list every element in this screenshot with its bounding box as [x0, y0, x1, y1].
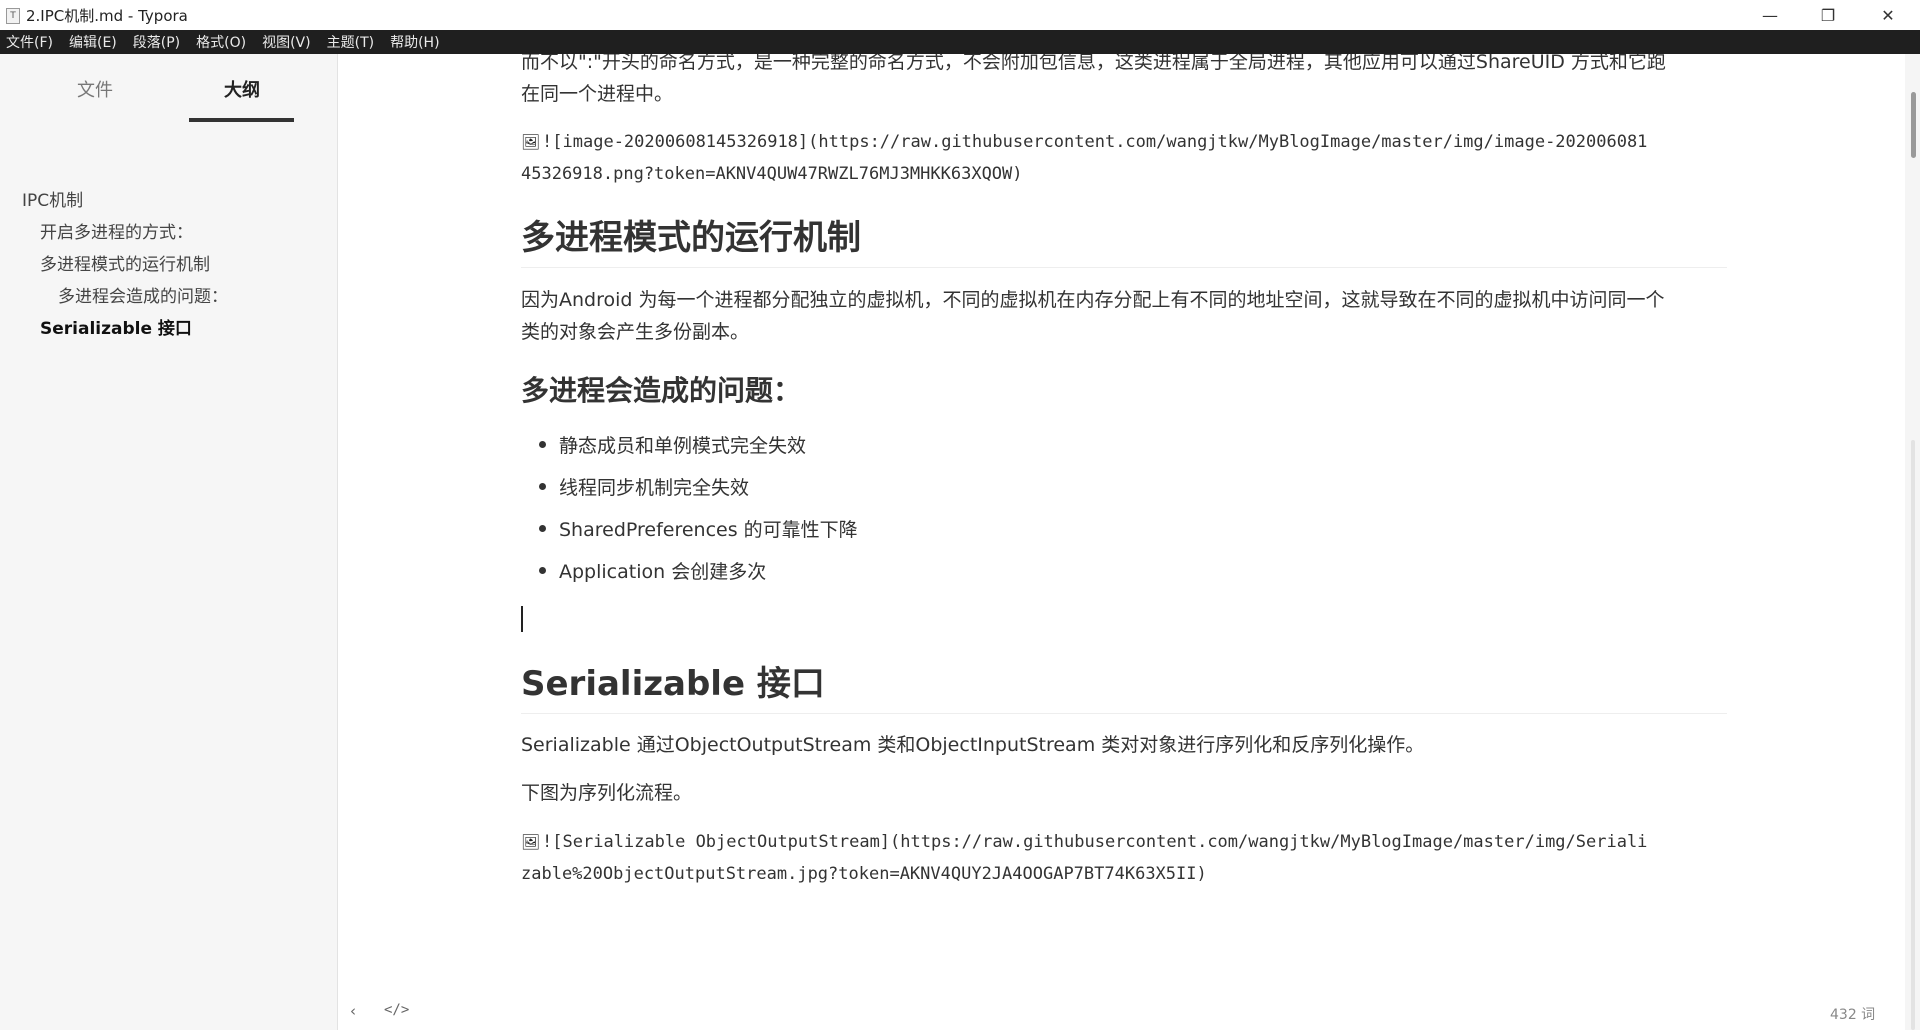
tab-files[interactable]: 文件	[77, 76, 113, 102]
broken-image-icon: 🖼	[521, 833, 541, 851]
image-markdown-2[interactable]: 🖼 ![Serializable ObjectOutputStream](http…	[521, 826, 1727, 890]
image-source-line: zable%20ObjectOutputStream.jpg?token=AKN…	[521, 864, 1207, 884]
outline-item-ipc[interactable]: IPC机制	[22, 186, 83, 211]
list-item[interactable]: SharedPreferences 的可靠性下降	[539, 515, 858, 542]
toggle-sidebar-icon[interactable]: ‹	[350, 1002, 356, 1020]
paragraph-line: 而不以":"开头的命名方式，是一种完整的命名方式，不会附加包信息，这类进程属于全…	[521, 54, 1666, 73]
paragraph-line: 类的对象会产生多份副本。	[521, 321, 750, 343]
editor-pane[interactable]: 而不以":"开头的命名方式，是一种完整的命名方式，不会附加包信息，这类进程属于全…	[338, 54, 1905, 1030]
menu-bar: 文件(F) 编辑(E) 段落(P) 格式(O) 视图(V) 主题(T) 帮助(H…	[0, 30, 1920, 54]
scrollbar-track[interactable]	[1911, 440, 1915, 1030]
source-code-mode-icon[interactable]: </>	[384, 1002, 409, 1018]
heading-run-mechanism[interactable]: 多进程模式的运行机制	[521, 210, 1727, 268]
minimize-button[interactable]: —	[1742, 0, 1798, 30]
menu-theme[interactable]: 主题(T)	[327, 32, 374, 52]
text-cursor	[521, 606, 523, 632]
sidebar-tabs: 文件 大纲	[0, 66, 337, 122]
menu-paragraph[interactable]: 段落(P)	[133, 32, 180, 52]
window-title: 2.IPC机制.md - Typora	[26, 7, 188, 25]
list-item[interactable]: 静态成员和单例模式完全失效	[538, 431, 806, 458]
paragraph-flow[interactable]: 下图为序列化流程。	[521, 777, 1727, 809]
paragraph-android-vm[interactable]: 因为Android 为每一个进程都分配独立的虚拟机，不同的虚拟机在内存分配上有不…	[521, 284, 1727, 348]
image-source-line: 45326918.png?token=AKNV4QUW47RWZL76MJ3MH…	[521, 164, 1023, 184]
image-markdown-1[interactable]: 🖼 ![image-20200608145326918](https://raw.…	[521, 126, 1727, 190]
paragraph-serializable[interactable]: Serializable 通过ObjectOutputStream 类和Obje…	[521, 729, 1727, 761]
outline-item-serializable[interactable]: Serializable 接口	[40, 314, 192, 339]
outline-item-start-multiprocess[interactable]: 开启多进程的方式：	[40, 218, 193, 243]
image-source-line: ![Serializable ObjectOutputStream](https…	[542, 832, 1648, 852]
broken-image-icon: 🖼	[521, 133, 541, 151]
menu-edit[interactable]: 编辑(E)	[69, 32, 117, 52]
tab-outline[interactable]: 大纲	[224, 76, 260, 102]
paragraph-line: 因为Android 为每一个进程都分配独立的虚拟机，不同的虚拟机在内存分配上有不…	[521, 289, 1665, 311]
active-tab-indicator	[189, 118, 294, 122]
paragraph-process-naming[interactable]: 而不以":"开头的命名方式，是一种完整的命名方式，不会附加包信息，这类进程属于全…	[521, 54, 1727, 110]
restore-button[interactable]: ❐	[1800, 0, 1856, 30]
menu-file[interactable]: 文件(F)	[6, 32, 53, 52]
scrollbar-thumb[interactable]	[1911, 92, 1916, 158]
list-item[interactable]: Application 会创建多次	[538, 557, 766, 584]
paragraph-line: 在同一个进程中。	[521, 83, 674, 105]
image-source-line: ![image-20200608145326918](https://raw.g…	[542, 132, 1648, 152]
heading-problems[interactable]: 多进程会造成的问题：	[521, 369, 801, 409]
outline-item-run-mechanism[interactable]: 多进程模式的运行机制	[40, 250, 210, 275]
title-bar: T 2.IPC机制.md - Typora — ❐ ✕	[0, 0, 1920, 30]
outline-item-problems[interactable]: 多进程会造成的问题：	[58, 282, 228, 307]
menu-help[interactable]: 帮助(H)	[390, 32, 439, 52]
close-button[interactable]: ✕	[1860, 0, 1916, 30]
word-count[interactable]: 432 词	[1830, 1004, 1875, 1024]
menu-format[interactable]: 格式(O)	[196, 32, 246, 52]
heading-serializable[interactable]: Serializable 接口	[521, 656, 1727, 714]
sidebar: 文件 大纲 IPC机制 开启多进程的方式： 多进程模式的运行机制 多进程会造成的…	[0, 54, 338, 1030]
editor-scrollbar[interactable]	[1905, 54, 1920, 1030]
typora-app-icon: T	[6, 8, 20, 24]
menu-view[interactable]: 视图(V)	[262, 32, 311, 52]
list-item[interactable]: 线程同步机制完全失效	[538, 473, 749, 500]
